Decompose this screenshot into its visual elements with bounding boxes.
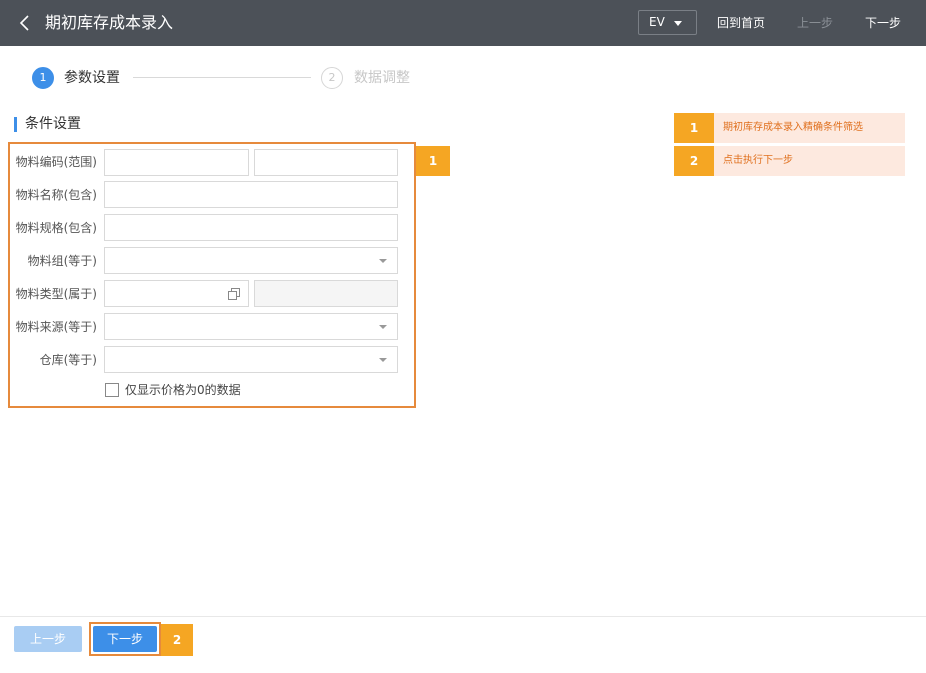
chevron-down-icon [379, 358, 387, 362]
field-label-material-code: 物料编码(范围) [15, 155, 97, 169]
next-step-button[interactable]: 下一步 [93, 626, 157, 652]
step-2-label: 数据调整 [354, 70, 410, 86]
field-label-material-source: 物料来源(等于) [15, 320, 97, 334]
field-label-material-type: 物料类型(属于) [15, 287, 97, 301]
section-accent-bar [14, 117, 17, 132]
language-dropdown[interactable]: EV [638, 10, 697, 35]
footer-divider [0, 616, 926, 617]
language-label: EV [649, 15, 665, 29]
annotation-badge-1: 1 [416, 146, 450, 176]
step-1-indicator: 1 [32, 67, 54, 89]
top-header: 期初库存成本录入 EV 回到首页 上一步 下一步 [0, 0, 926, 46]
material-type-lookup[interactable] [104, 280, 249, 307]
step-2-indicator: 2 [321, 67, 343, 89]
step-1-label: 参数设置 [64, 70, 120, 86]
step-connector [133, 77, 311, 78]
home-link[interactable]: 回到首页 [717, 14, 765, 32]
zero-price-checkbox[interactable] [105, 383, 119, 397]
field-label-material-group: 物料组(等于) [27, 254, 97, 268]
prev-step-button[interactable]: 上一步 [14, 626, 82, 652]
annotation-badge-2: 2 [161, 624, 193, 656]
tip-number-1: 1 [674, 113, 714, 143]
material-group-select[interactable] [104, 247, 398, 274]
material-source-select[interactable] [104, 313, 398, 340]
tip-row-2: 2 点击执行下一步 [674, 146, 905, 176]
chevron-down-icon [379, 325, 387, 329]
field-label-material-name: 物料名称(包含) [15, 188, 97, 202]
chevron-down-icon [379, 259, 387, 263]
header-next-step[interactable]: 下一步 [865, 14, 901, 32]
field-label-material-spec: 物料规格(包含) [15, 221, 97, 235]
material-type-extra-field [254, 280, 398, 307]
page-title: 期初库存成本录入 [45, 13, 174, 32]
tip-row-1: 1 期初库存成本录入精确条件筛选 [674, 113, 905, 143]
material-name-input[interactable] [104, 181, 398, 208]
back-arrow-icon[interactable] [15, 13, 35, 33]
section-title: 条件设置 [25, 116, 81, 132]
material-code-to-input[interactable] [254, 149, 398, 176]
tip-number-2: 2 [674, 146, 714, 176]
tip-text-2: 点击执行下一步 [723, 155, 793, 166]
caret-down-icon [674, 21, 682, 26]
field-label-warehouse: 仓库(等于) [39, 353, 97, 367]
header-prev-step[interactable]: 上一步 [797, 14, 833, 32]
material-code-from-input[interactable] [104, 149, 249, 176]
material-spec-input[interactable] [104, 214, 398, 241]
zero-price-checkbox-label[interactable]: 仅显示价格为0的数据 [125, 382, 241, 398]
lookup-icon[interactable] [226, 286, 242, 302]
warehouse-select[interactable] [104, 346, 398, 373]
tip-text-1: 期初库存成本录入精确条件筛选 [723, 122, 863, 133]
